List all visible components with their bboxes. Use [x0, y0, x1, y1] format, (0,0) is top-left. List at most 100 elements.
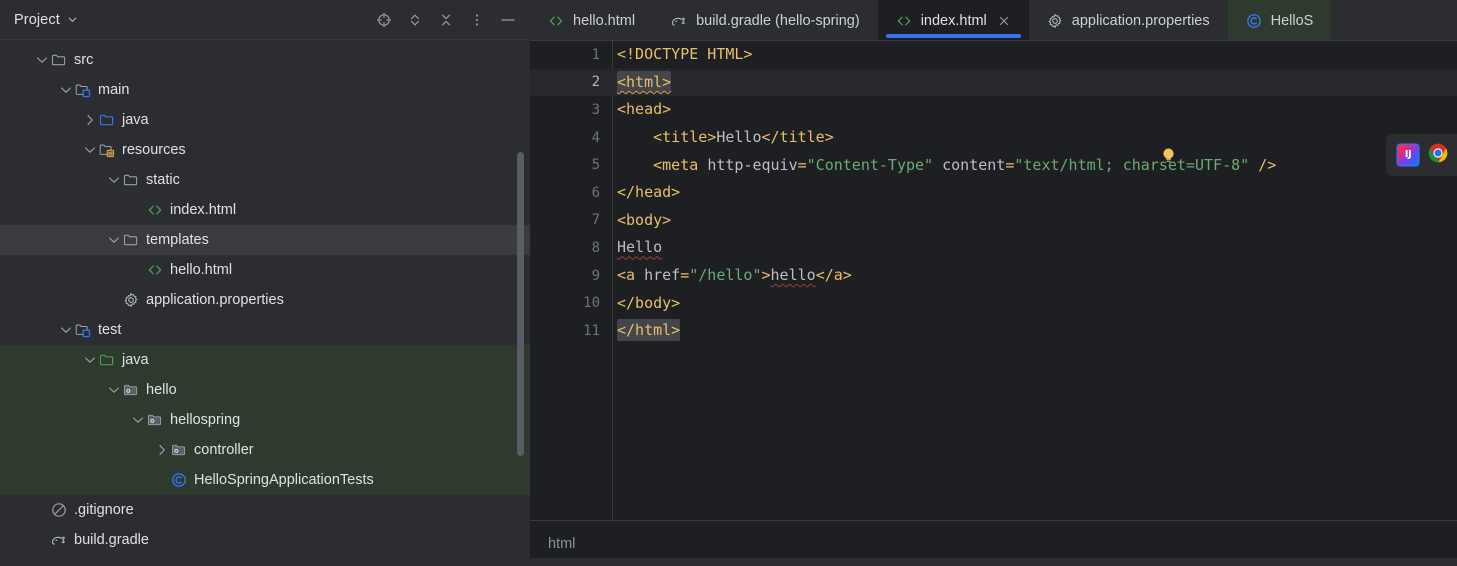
package-icon: [122, 381, 140, 399]
code-line[interactable]: 7 <body>: [530, 207, 1457, 235]
tree-item--gitignore[interactable]: .gitignore: [0, 495, 530, 525]
code-line[interactable]: 9 <a href="/hello">hello</a>: [530, 262, 1457, 290]
project-panel-title[interactable]: Project: [14, 12, 60, 28]
tree-item-hello[interactable]: hello: [0, 375, 530, 405]
tree-item-templates[interactable]: templates: [0, 225, 530, 255]
html-file-icon: [146, 201, 164, 219]
tree-item-test[interactable]: test: [0, 315, 530, 345]
green-folder-icon: [98, 351, 116, 369]
chevron-down-icon[interactable]: [82, 352, 98, 368]
editor-tab-index-html[interactable]: index.html: [877, 0, 1029, 41]
chevron-down-icon[interactable]: [67, 14, 78, 25]
chrome-browser-icon[interactable]: [1428, 143, 1448, 168]
code-line[interactable]: 6 </head>: [530, 179, 1457, 207]
blue-folder-icon: [98, 111, 116, 129]
code-editor[interactable]: 1 <!DOCTYPE HTML> 2 <html> 3 <head> 4 <title>H…: [530, 41, 1457, 520]
editor-tab-application-properties[interactable]: application.properties: [1029, 0, 1228, 41]
tree-item-label: static: [146, 171, 180, 188]
project-tree-scrollbar[interactable]: [517, 152, 524, 456]
chevron-down-icon[interactable]: [58, 82, 74, 98]
code-line[interactable]: 4 <title>Hello</title>: [530, 124, 1457, 152]
chevron-down-icon[interactable]: [34, 52, 50, 68]
chevrons-updown-icon[interactable]: [405, 10, 425, 30]
chevron-down-icon[interactable]: [106, 382, 122, 398]
tree-item-label: src: [74, 51, 94, 68]
tree-item-java[interactable]: java: [0, 105, 530, 135]
code-line-text: </body>: [617, 293, 681, 312]
chevron-right-icon[interactable]: [154, 442, 170, 458]
resource-root-folder-icon: [98, 141, 116, 159]
chevron-down-icon[interactable]: [106, 232, 122, 248]
tree-item-hellospringapplicationtests[interactable]: HelloSpringApplicationTests: [0, 465, 530, 495]
tree-item-src[interactable]: src: [0, 45, 530, 75]
chevron-down-icon[interactable]: [130, 412, 146, 428]
code-line-text: </head>: [617, 183, 681, 202]
chevron-down-icon[interactable]: [58, 322, 74, 338]
code-line[interactable]: 8 Hello: [530, 234, 1457, 262]
code-line[interactable]: 3 <head>: [530, 96, 1457, 124]
tree-item-label: index.html: [170, 201, 237, 218]
editor-tab-hellos[interactable]: HelloS: [1227, 0, 1332, 41]
code-line-text: <head>: [617, 100, 672, 119]
gear-file-icon: [122, 291, 140, 309]
project-tool-window: Project src main java resources static i…: [0, 0, 530, 566]
editor-tab-bar[interactable]: hello.html build.gradle (hello-spring) ind…: [530, 0, 1457, 41]
tree-item-build-gradle[interactable]: build.gradle: [0, 525, 530, 555]
code-line[interactable]: 2 <html>: [530, 68, 1457, 97]
code-line[interactable]: 11 </html>: [530, 317, 1457, 345]
vertical-dots-icon[interactable]: [467, 10, 487, 30]
tree-item-label: main: [98, 81, 130, 98]
package-icon: [170, 441, 188, 459]
code-content[interactable]: 1 <!DOCTYPE HTML> 2 <html> 3 <head> 4 <title>H…: [530, 41, 1457, 520]
tree-item-resources[interactable]: resources: [0, 135, 530, 165]
tree-item-application-properties[interactable]: application.properties: [0, 285, 530, 315]
tree-item-main[interactable]: main: [0, 75, 530, 105]
line-number: 6: [591, 184, 600, 201]
gitignore-icon: [50, 501, 68, 519]
editor-tab-hello-html[interactable]: hello.html: [530, 0, 653, 41]
tree-item-label: hello.html: [170, 261, 233, 278]
gradle-icon: [671, 13, 687, 29]
line-number: 11: [583, 322, 600, 339]
project-tree[interactable]: src main java resources static index.html temp…: [0, 40, 530, 555]
code-line[interactable]: 1 <!DOCTYPE HTML>: [530, 41, 1457, 69]
tree-item-label: HelloSpringApplicationTests: [194, 471, 374, 488]
tree-item-static[interactable]: static: [0, 165, 530, 195]
editor-area: hello.html build.gradle (hello-spring) ind…: [530, 0, 1457, 566]
tree-item-java[interactable]: java: [0, 345, 530, 375]
intellij-idea-icon[interactable]: IJ: [1398, 145, 1418, 165]
chevron-right-icon[interactable]: [82, 112, 98, 128]
tree-item-label: java: [122, 111, 149, 128]
minimize-icon[interactable]: [498, 10, 518, 30]
gear-file-icon: [1047, 13, 1063, 29]
close-icon[interactable]: [997, 14, 1011, 28]
tree-item-hello-html[interactable]: hello.html: [0, 255, 530, 285]
crosshair-icon[interactable]: [374, 10, 394, 30]
editor-tab-label: application.properties: [1071, 12, 1210, 29]
code-line-text: <a href="/hello">hello</a>: [617, 266, 852, 285]
html-file-icon: [896, 13, 912, 29]
editor-tab-build-gradle-hello-spring-[interactable]: build.gradle (hello-spring): [653, 0, 878, 41]
code-line[interactable]: 10 </body>: [530, 289, 1457, 317]
tree-item-index-html[interactable]: index.html: [0, 195, 530, 225]
intention-bulb-icon[interactable]: [1161, 147, 1176, 164]
test-root-folder-icon: [74, 321, 92, 339]
project-panel-header: Project: [0, 0, 530, 40]
line-number: 8: [591, 239, 600, 256]
breadcrumb[interactable]: html: [548, 536, 575, 552]
browser-preview-widget[interactable]: IJ: [1386, 134, 1457, 176]
code-line[interactable]: 5 <meta http-equiv="Content-Type" conten…: [530, 151, 1457, 179]
java-class-icon: [1246, 13, 1262, 29]
tree-item-controller[interactable]: controller: [0, 435, 530, 465]
chevron-down-icon[interactable]: [82, 142, 98, 158]
tree-item-label: hellospring: [170, 411, 241, 428]
folder-icon: [50, 51, 68, 69]
line-number: 10: [583, 295, 600, 312]
editor-tab-label: build.gradle (hello-spring): [696, 12, 860, 29]
tree-item-hellospring[interactable]: hellospring: [0, 405, 530, 435]
line-number: 1: [591, 46, 600, 63]
tree-item-label: resources: [122, 141, 186, 158]
chevron-down-icon[interactable]: [106, 172, 122, 188]
collapse-all-icon[interactable]: [436, 10, 456, 30]
tree-item-label: build.gradle: [74, 531, 149, 548]
